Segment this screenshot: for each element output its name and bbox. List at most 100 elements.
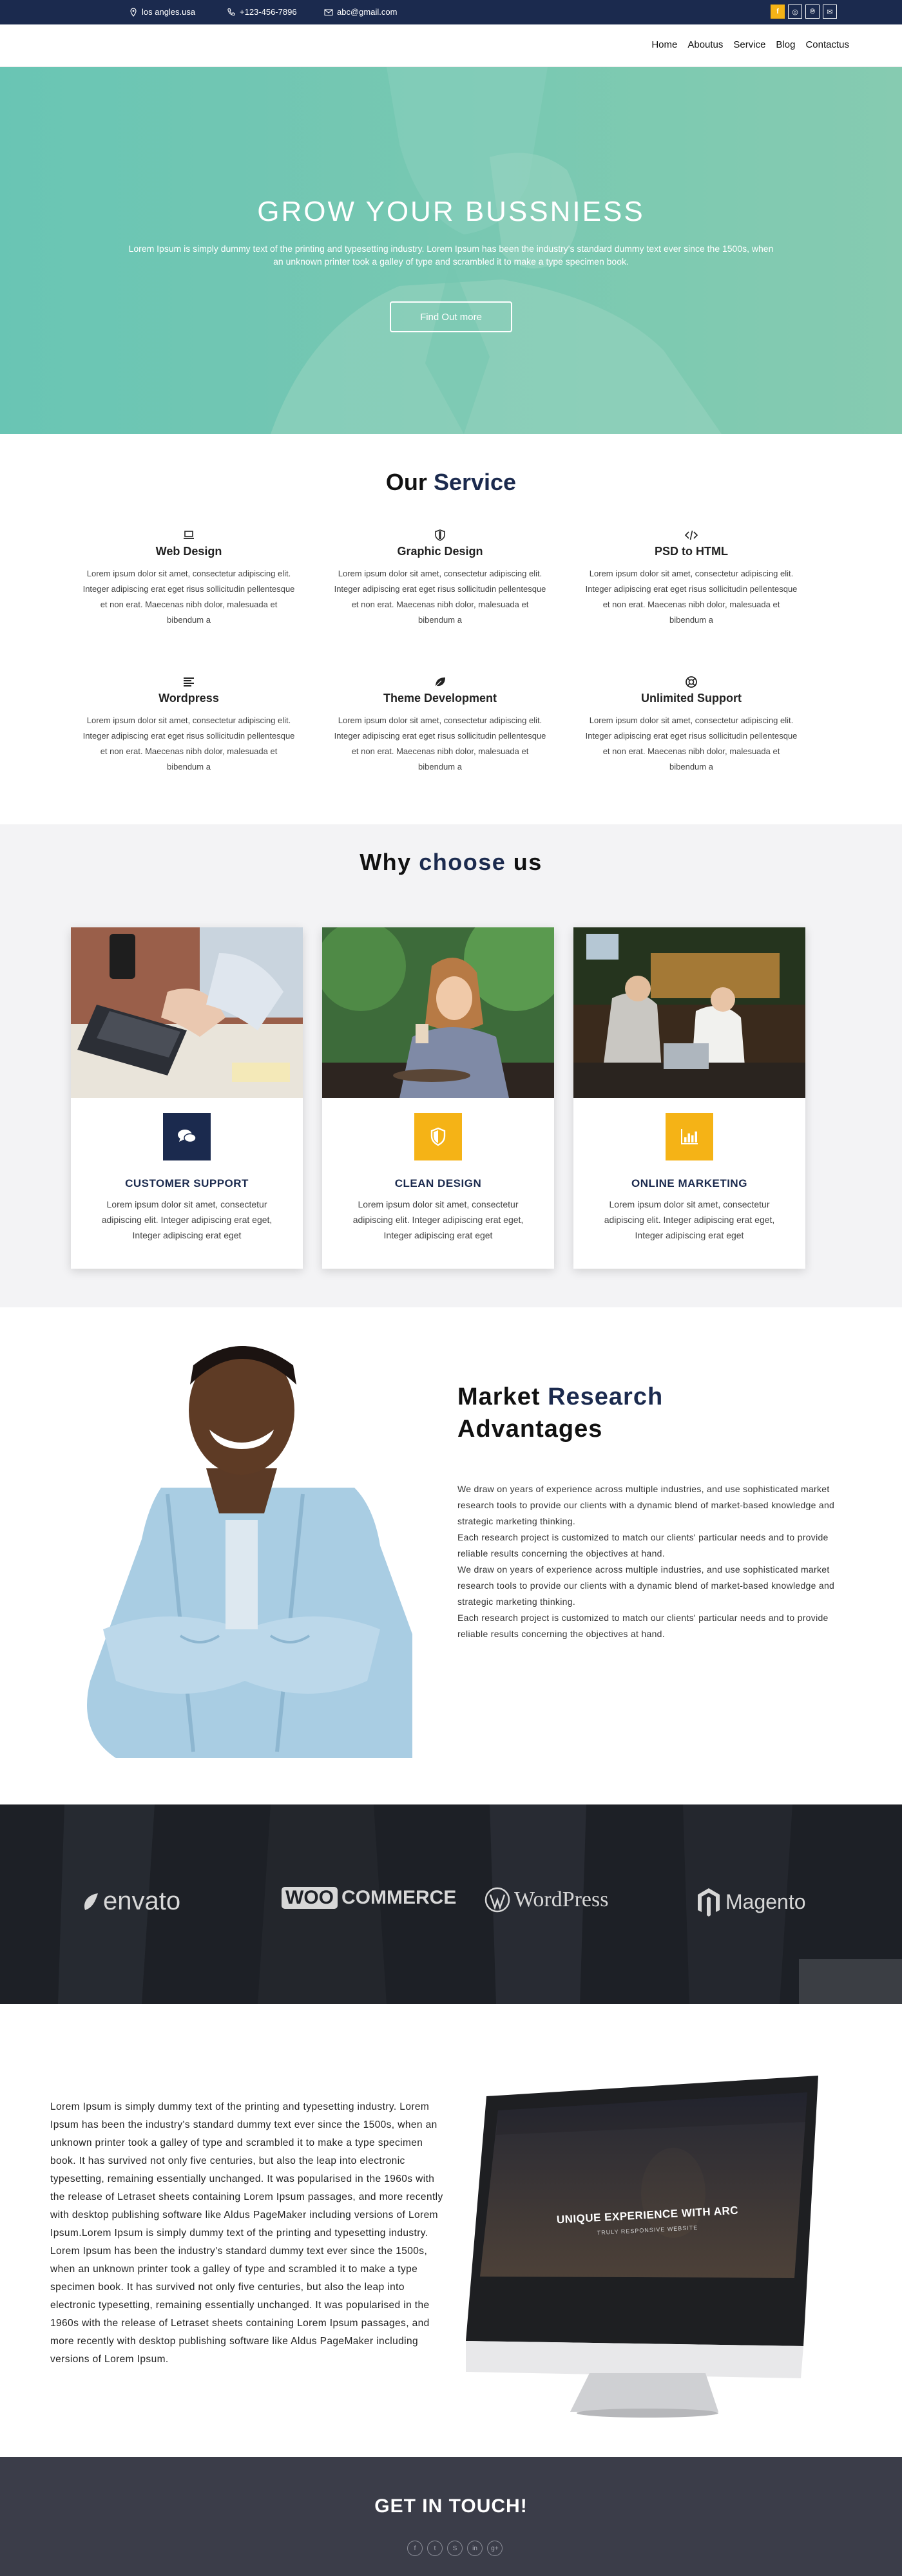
card-customer-support: CUSTOMER SUPPORT Lorem ipsum dolor sit a… bbox=[71, 927, 303, 1269]
lifebuoy-icon bbox=[686, 676, 697, 688]
service-unlimited-support: Unlimited Support Lorem ipsum dolor sit … bbox=[585, 675, 798, 775]
email-text: abc@gmail.com bbox=[337, 7, 398, 17]
service-graphic-design: Graphic Design Lorem ipsum dolor sit ame… bbox=[334, 528, 546, 628]
twitter-icon[interactable]: t bbox=[427, 2541, 443, 2556]
card-text: Lorem ipsum dolor sit amet, consectetur … bbox=[101, 1199, 273, 1240]
magento-wordmark: Magento bbox=[725, 1889, 806, 1913]
skype-icon[interactable]: S bbox=[447, 2541, 463, 2556]
card-text: Lorem ipsum dolor sit amet, consectetur … bbox=[352, 1199, 524, 1240]
nav-item-aboutus[interactable]: Aboutus bbox=[687, 39, 723, 50]
laptop-icon bbox=[184, 531, 194, 539]
nav-item-home[interactable]: Home bbox=[651, 39, 677, 50]
social-links: f ◎ ℗ ✉ bbox=[771, 5, 837, 19]
card-title: CUSTOMER SUPPORT bbox=[125, 1177, 249, 1189]
instagram-icon[interactable]: ◎ bbox=[788, 5, 802, 19]
service-title: Theme Development bbox=[383, 692, 497, 705]
market-title-prefix: Market bbox=[457, 1383, 541, 1410]
hero-banner: GROW YOUR BUSSNIESS Lorem Ipsum is simpl… bbox=[0, 67, 902, 434]
envato-logo: envato bbox=[82, 1887, 180, 1916]
facebook-icon[interactable]: f bbox=[771, 5, 785, 19]
card-clean-design: CLEAN DESIGN Lorem ipsum dolor sit amet,… bbox=[322, 927, 554, 1269]
nav-item-contactus[interactable]: Contactus bbox=[805, 39, 849, 50]
why-title-prefix: Why bbox=[360, 849, 412, 875]
code-icon bbox=[684, 530, 698, 540]
card-title: CLEAN DESIGN bbox=[394, 1177, 482, 1189]
pinterest-icon[interactable]: ℗ bbox=[805, 5, 820, 19]
card-title: ONLINE MARKETING bbox=[631, 1177, 747, 1189]
commerce-wordmark: COMMERCE bbox=[341, 1887, 457, 1908]
find-out-more-button[interactable]: Find Out more bbox=[390, 301, 512, 332]
magento-m-icon bbox=[698, 1888, 720, 1917]
leaf-icon bbox=[435, 677, 445, 687]
woo-box: WOO bbox=[282, 1887, 338, 1909]
services-title-prefix: Our bbox=[385, 469, 427, 495]
facebook-icon[interactable]: f bbox=[407, 2541, 423, 2556]
why-title: Why choose us bbox=[0, 849, 902, 876]
wordpress-wordmark: WordPress bbox=[514, 1888, 609, 1911]
chat-icon-badge bbox=[163, 1113, 211, 1160]
bar-chart-icon-badge bbox=[666, 1113, 713, 1160]
magento-logo: Magento bbox=[696, 1887, 806, 1917]
nav-menu: Home Aboutus Service Blog Contactus bbox=[651, 39, 849, 50]
hero-text: Lorem Ipsum is simply dummy text of the … bbox=[128, 243, 774, 267]
partner-logos-strip: envato WOO COMMERCE WordPress Magento bbox=[0, 1804, 902, 2004]
envato-leaf-icon bbox=[84, 1893, 98, 1910]
card-text: Lorem ipsum dolor sit amet, consectetur … bbox=[604, 1199, 775, 1240]
service-text: Lorem ipsum dolor sit amet, consectetur … bbox=[334, 715, 546, 772]
shield-icon bbox=[435, 529, 445, 541]
service-title: PSD to HTML bbox=[655, 545, 728, 558]
woocommerce-logo: WOO COMMERCE bbox=[282, 1887, 456, 1909]
email-info: abc@gmail.com bbox=[324, 7, 397, 17]
envato-wordmark: envato bbox=[103, 1887, 181, 1915]
monitor-frame bbox=[466, 2076, 818, 2418]
service-title: Graphic Design bbox=[397, 545, 483, 558]
nav-item-service[interactable]: Service bbox=[733, 39, 765, 50]
service-text: Lorem ipsum dolor sit amet, consectetur … bbox=[334, 569, 546, 625]
card-photo-office-meeting bbox=[573, 927, 805, 1098]
why-title-suffix: us bbox=[513, 849, 542, 875]
services-title: Our Service bbox=[0, 469, 902, 496]
service-theme-development: Theme Development Lorem ipsum dolor sit … bbox=[334, 675, 546, 775]
chat-icon bbox=[178, 1130, 197, 1143]
service-text: Lorem ipsum dolor sit amet, consectetur … bbox=[82, 715, 295, 772]
service-title: Wordpress bbox=[158, 692, 219, 705]
phone-info: +123-456-7896 bbox=[227, 7, 297, 17]
wordpress-logo: WordPress bbox=[485, 1887, 608, 1913]
main-nav: Home Aboutus Service Blog Contactus bbox=[0, 24, 902, 67]
why-title-accent: choose bbox=[419, 849, 506, 875]
shield-icon-badge bbox=[414, 1113, 462, 1160]
footer-social-links: f t S in g+ bbox=[407, 2541, 503, 2556]
hero-title: GROW YOUR BUSSNIESS bbox=[257, 196, 645, 227]
mail-link-icon[interactable]: ✉ bbox=[823, 5, 837, 19]
linkedin-icon[interactable]: in bbox=[467, 2541, 483, 2556]
phone-icon bbox=[227, 8, 235, 15]
mail-icon bbox=[324, 8, 333, 15]
card-photo-laptop-typing bbox=[71, 927, 303, 1098]
service-text: Lorem ipsum dolor sit amet, consectetur … bbox=[82, 569, 295, 625]
services-title-accent: Service bbox=[433, 469, 517, 495]
service-text: Lorem ipsum dolor sit amet, consectetur … bbox=[585, 715, 798, 772]
phone-text: +123-456-7896 bbox=[240, 7, 297, 17]
service-title: Web Design bbox=[155, 545, 222, 558]
market-title: Market Research Advantages bbox=[457, 1381, 663, 1445]
why-choose-us-section: Why choose us CUSTOMER SUPPORT Lorem ips… bbox=[0, 824, 902, 1307]
market-title-line2: Advantages bbox=[457, 1416, 603, 1443]
google-plus-icon[interactable]: g+ bbox=[487, 2541, 503, 2556]
promo-text: Lorem Ipsum is simply dummy text of the … bbox=[50, 2101, 443, 2365]
map-pin-icon bbox=[130, 7, 137, 17]
service-text: Lorem ipsum dolor sit amet, consectetur … bbox=[585, 569, 798, 625]
footer: GET IN TOUCH! f t S in g+ bbox=[0, 2457, 902, 2576]
service-title: Unlimited Support bbox=[641, 692, 742, 705]
shield-icon bbox=[430, 1127, 446, 1146]
footer-title: GET IN TOUCH! bbox=[374, 2496, 528, 2517]
service-wordpress: Wordpress Lorem ipsum dolor sit amet, co… bbox=[82, 675, 295, 775]
card-online-marketing: ONLINE MARKETING Lorem ipsum dolor sit a… bbox=[573, 927, 805, 1269]
smiling-man-photo bbox=[87, 1346, 412, 1758]
top-bar: los angles.usa +123-456-7896 abc@gmail.c… bbox=[0, 0, 902, 24]
service-psd-to-html: PSD to HTML Lorem ipsum dolor sit amet, … bbox=[585, 528, 798, 628]
wordpress-w-icon bbox=[485, 1887, 510, 1913]
monitor-mockup: UNIQUE EXPERIENCE WITH ARC TRULY RESPONS… bbox=[461, 2070, 828, 2418]
nav-item-blog[interactable]: Blog bbox=[776, 39, 795, 50]
card-photo-woman-phone bbox=[322, 927, 554, 1098]
market-title-accent: Research bbox=[548, 1383, 664, 1410]
